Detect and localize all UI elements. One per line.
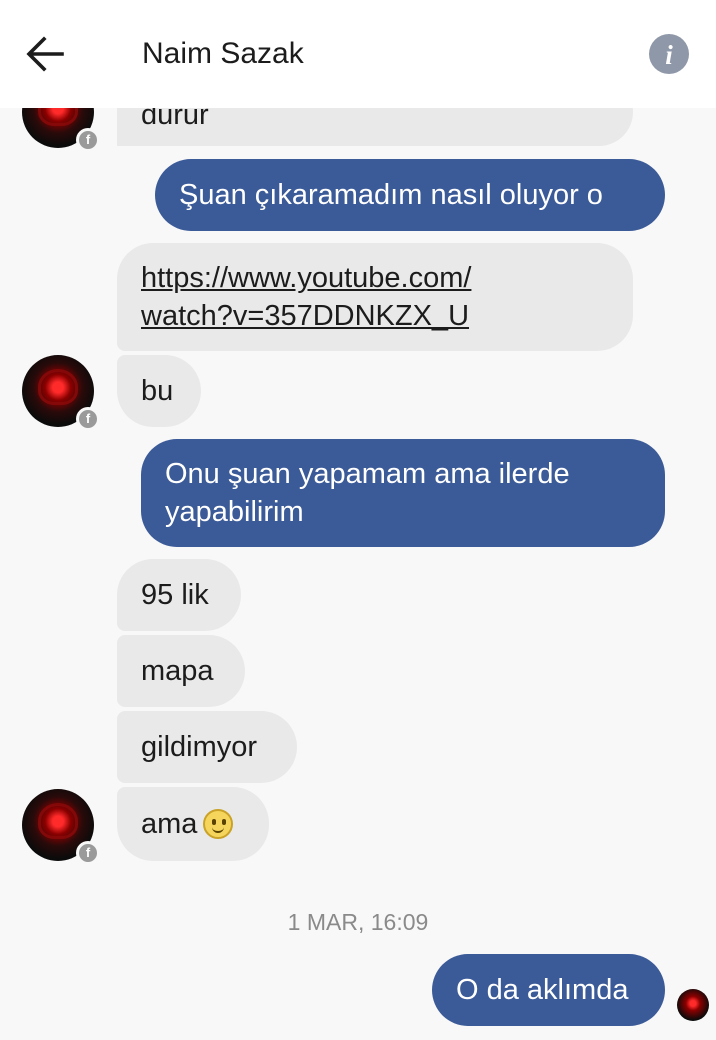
info-icon[interactable]: i — [649, 34, 689, 74]
message-thread[interactable]: durur f Şuan çıkaramadım nasıl oluyor o … — [0, 0, 716, 1040]
message-text: bu — [141, 375, 174, 407]
conversation-header: Naim Sazak i — [0, 0, 716, 108]
message-bubble-outgoing[interactable]: Şuan çıkaramadım nasıl oluyor o — [155, 159, 665, 231]
message-text: ama — [141, 808, 198, 840]
message-bubble-incoming[interactable]: bu — [117, 355, 201, 427]
message-bubble-incoming[interactable]: https://www.youtube.com/ watch?v=357DDNK… — [117, 243, 633, 351]
message-text: mapa — [141, 655, 214, 687]
message-bubble-incoming[interactable]: ama — [117, 787, 269, 861]
message-text: Onu şuan yapamam ama ilerde — [165, 458, 570, 490]
message-text: Şuan çıkaramadım nasıl oluyor o — [179, 179, 603, 211]
message-timestamp: 1 MAR, 16:09 — [287, 909, 429, 935]
smile-emoji-icon — [203, 809, 234, 839]
message-link[interactable]: https://www.youtube.com/ watch?v=357DDNK… — [141, 259, 633, 335]
message-text: yapabilirim — [165, 496, 304, 528]
arrow-left-icon[interactable] — [26, 36, 64, 72]
message-bubble-incoming[interactable]: gildimyor — [117, 711, 297, 783]
svg-text:i: i — [665, 40, 673, 70]
message-bubble-incoming[interactable]: 95 lik — [117, 559, 241, 631]
message-bubble-outgoing[interactable]: Onu şuan yapamam ama ilerde yapabilirim — [141, 439, 665, 547]
message-bubble-outgoing[interactable]: O da aklımda — [432, 954, 665, 1026]
facebook-badge-icon: f — [76, 128, 100, 152]
message-text: gildimyor — [141, 731, 258, 763]
contact-avatar[interactable]: f — [22, 355, 100, 431]
message-text: 95 lik — [141, 579, 209, 611]
contact-name[interactable]: Naim Sazak — [142, 36, 304, 72]
message-text: O da aklımda — [456, 974, 629, 1006]
read-receipt-avatar — [677, 989, 709, 1021]
contact-avatar[interactable]: f — [22, 789, 100, 865]
facebook-badge-icon: f — [76, 407, 100, 431]
facebook-badge-icon: f — [76, 841, 100, 865]
message-bubble-incoming[interactable]: mapa — [117, 635, 245, 707]
